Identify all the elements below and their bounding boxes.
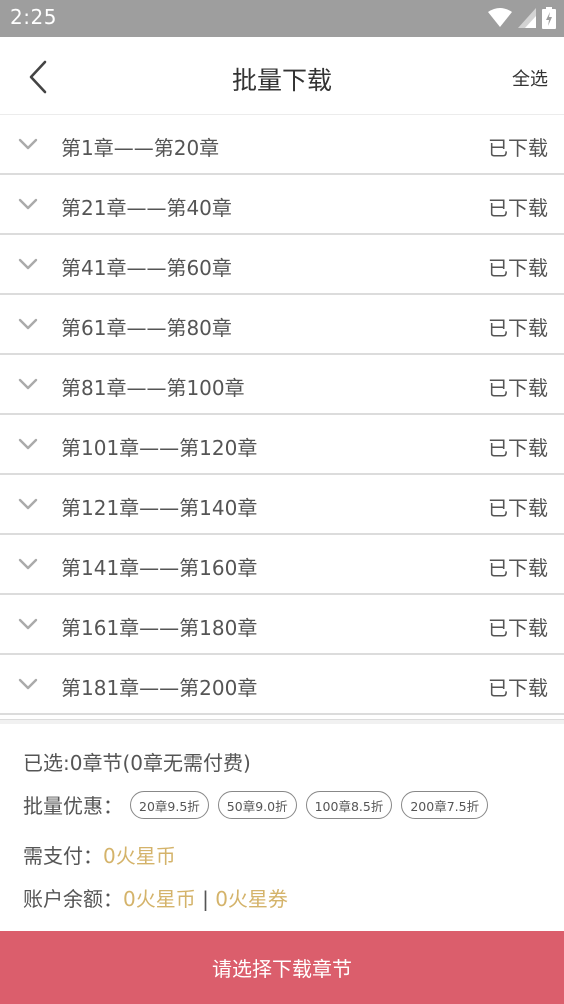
chevron-down-icon	[18, 678, 38, 690]
chevron-down-icon	[18, 318, 38, 330]
balance-line: 账户余额：0火星币 | 0火星券	[23, 883, 288, 912]
chapter-group-row[interactable]: 第161章——第180章 已下载	[0, 595, 564, 655]
chapter-range-label: 第181章——第200章	[61, 676, 258, 700]
chapter-group-row[interactable]: 第61章——第80章 已下载	[0, 295, 564, 355]
chevron-down-icon	[18, 258, 38, 270]
balance-separator: |	[195, 887, 216, 911]
chevron-down-icon	[18, 138, 38, 150]
balance-coins: 0火星币	[123, 887, 196, 911]
selected-count-text: 已选:0章节(0章无需付费)	[23, 751, 251, 775]
chapter-range-label: 第1章——第20章	[61, 136, 220, 160]
chapter-group-row[interactable]: 第141章——第160章 已下载	[0, 535, 564, 595]
discount-label: 批量优惠：	[23, 794, 123, 818]
chevron-down-icon	[18, 618, 38, 630]
chapter-group-row[interactable]: 第41章——第60章 已下载	[0, 235, 564, 295]
app-bar: 批量下载 全选	[0, 37, 564, 115]
download-status: 已下载	[488, 196, 548, 220]
pay-amount-line: 需支付：0火星币	[23, 840, 176, 869]
chapter-group-row[interactable]: 第121章——第140章 已下载	[0, 475, 564, 535]
pay-label: 需支付：	[23, 844, 103, 868]
chapter-range-label: 第21章——第40章	[61, 196, 232, 220]
balance-label: 账户余额：	[23, 887, 123, 911]
chapter-group-row[interactable]: 第1章——第20章 已下载	[0, 115, 564, 175]
chevron-down-icon	[18, 378, 38, 390]
chapter-range-label: 第121章——第140章	[61, 496, 258, 520]
chevron-down-icon	[18, 198, 38, 210]
discount-chips: 20章9.5折 50章9.0折 100章8.5折 200章7.5折	[130, 791, 489, 819]
discount-chip: 200章7.5折	[401, 791, 489, 819]
chapter-range-label: 第41章——第60章	[61, 256, 232, 280]
download-status: 已下载	[488, 136, 548, 160]
download-status: 已下载	[488, 436, 548, 460]
chapter-range-label: 第81章——第100章	[61, 376, 245, 400]
chapter-range-label: 第61章——第80章	[61, 316, 232, 340]
chapter-range-label: 第161章——第180章	[61, 616, 258, 640]
download-status: 已下载	[488, 256, 548, 280]
discount-chip: 50章9.0折	[217, 791, 297, 819]
chapter-group-row[interactable]: 第181章——第200章 已下载	[0, 655, 564, 715]
discount-chip: 100章8.5折	[305, 791, 393, 819]
page-title: 批量下载	[231, 66, 332, 95]
discount-chip: 20章9.5折	[130, 791, 209, 819]
download-status: 已下载	[488, 676, 548, 700]
chapter-group-row[interactable]: 第101章——第120章 已下载	[0, 415, 564, 475]
chevron-down-icon	[18, 498, 38, 510]
cell-signal-icon	[518, 8, 536, 28]
pay-value: 0火星币	[103, 844, 176, 868]
chapter-list: 第1章——第20章 已下载 第21章——第40章 已下载 第41章——第60章 …	[0, 115, 564, 721]
download-chapters-button[interactable]: 请选择下载章节	[0, 931, 564, 1004]
battery-icon	[542, 7, 556, 29]
balance-vouchers: 0火星券	[215, 887, 288, 911]
chapter-group-row[interactable]: 第81章——第100章 已下载	[0, 355, 564, 415]
download-status: 已下载	[488, 376, 548, 400]
chapter-range-label: 第141章——第160章	[61, 556, 258, 580]
purchase-summary: 已选:0章节(0章无需付费) 批量优惠： 20章9.5折 50章9.0折 100…	[0, 724, 564, 931]
chapter-range-label: 第101章——第120章	[61, 436, 258, 460]
download-status: 已下载	[488, 496, 548, 520]
wifi-icon	[488, 8, 512, 27]
chevron-down-icon	[18, 438, 38, 450]
download-status: 已下载	[488, 556, 548, 580]
download-status: 已下载	[488, 616, 548, 640]
download-status: 已下载	[488, 316, 548, 340]
status-time: 2:25	[10, 5, 57, 29]
status-icons	[488, 7, 556, 29]
select-all-button[interactable]: 全选	[512, 65, 548, 91]
status-bar: 2:25	[0, 0, 564, 37]
chapter-group-row[interactable]: 第21章——第40章 已下载	[0, 175, 564, 235]
chevron-down-icon	[18, 558, 38, 570]
